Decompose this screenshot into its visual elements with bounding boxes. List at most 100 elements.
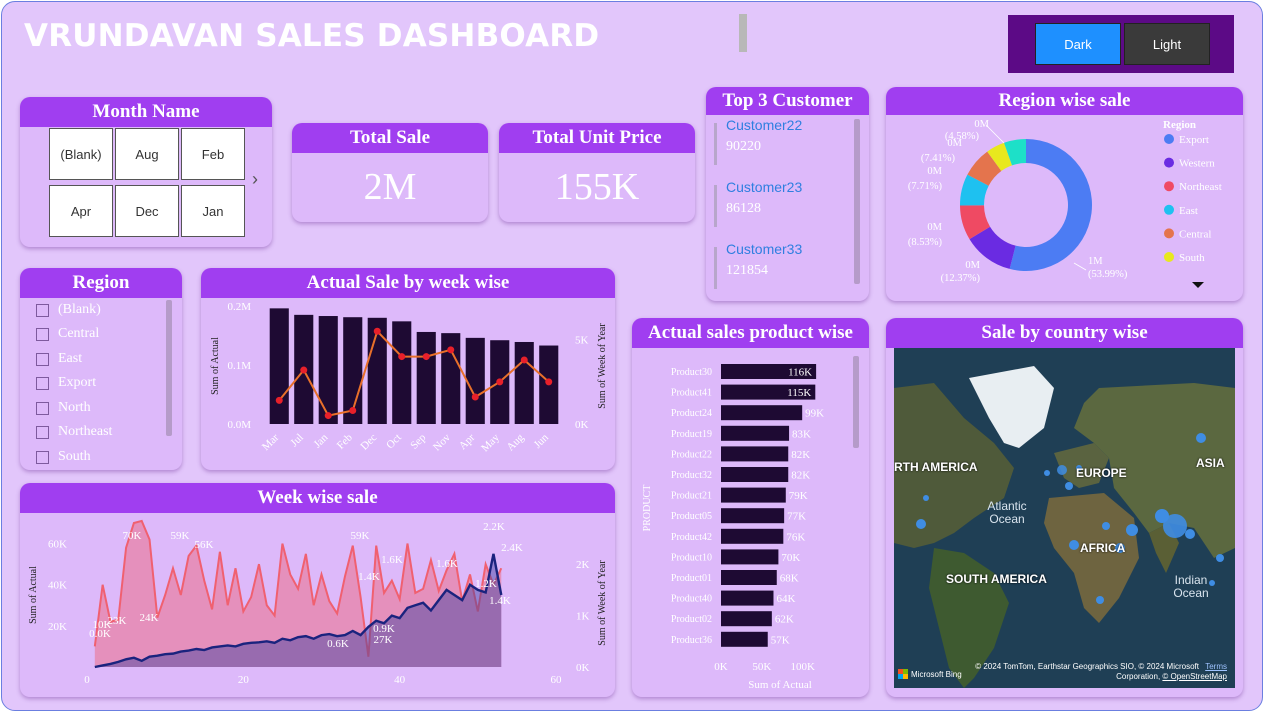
checkbox[interactable] bbox=[36, 352, 49, 366]
x-tick-label: 60 bbox=[551, 674, 563, 686]
region-option[interactable]: North bbox=[36, 398, 91, 418]
legend-label: Export bbox=[1179, 134, 1209, 146]
y-tick-label: Product24 bbox=[671, 408, 712, 419]
data-label: 1.2K bbox=[475, 578, 497, 590]
checkbox[interactable] bbox=[36, 376, 49, 390]
region-option[interactable]: Export bbox=[36, 373, 96, 393]
data-label: 0.0K bbox=[89, 628, 111, 640]
y2-tick-label: 1K bbox=[576, 611, 590, 623]
map-bubble bbox=[1163, 514, 1187, 538]
month-option[interactable]: Aug bbox=[115, 128, 179, 180]
legend-marker bbox=[1164, 134, 1174, 144]
data-label: 57K bbox=[771, 634, 790, 646]
total-sale-value: 2M bbox=[363, 166, 417, 208]
x-tick-label: Jun bbox=[532, 431, 552, 451]
y2-tick-label: 5K bbox=[575, 335, 589, 347]
checkbox[interactable] bbox=[36, 327, 49, 341]
y-tick-label: Product10 bbox=[671, 552, 712, 563]
month-option[interactable]: (Blank) bbox=[49, 128, 113, 180]
x-tick-label: Dec bbox=[358, 432, 379, 453]
checkbox[interactable] bbox=[36, 401, 49, 415]
y-tick-label: Product05 bbox=[671, 511, 712, 522]
legend-label: Western bbox=[1179, 158, 1215, 170]
region-option[interactable]: East bbox=[36, 349, 82, 369]
data-label: 115K bbox=[787, 387, 811, 399]
bar bbox=[514, 341, 534, 424]
checkbox[interactable] bbox=[36, 450, 49, 464]
region-option[interactable]: South bbox=[36, 447, 91, 467]
region-option[interactable]: (Blank) bbox=[36, 300, 101, 320]
bar bbox=[721, 590, 774, 606]
legend-title: Region bbox=[1163, 119, 1196, 131]
customer-name[interactable]: Customer33 bbox=[726, 241, 802, 257]
data-label: 27K bbox=[374, 634, 393, 646]
map-bubble bbox=[1126, 524, 1138, 536]
y-tick-label: Product22 bbox=[671, 449, 712, 460]
x-tick-label: Sep bbox=[408, 431, 429, 452]
month-option[interactable]: Feb bbox=[181, 128, 245, 180]
line-marker bbox=[422, 353, 430, 361]
line-marker bbox=[520, 356, 528, 364]
country-map-title: Sale by country wise bbox=[886, 318, 1243, 348]
data-label: 59K bbox=[351, 530, 370, 542]
y2-tick-label: 2K bbox=[576, 559, 590, 571]
line-marker bbox=[447, 346, 455, 354]
total-sale-card: Total Sale 2M bbox=[292, 123, 488, 222]
legend-marker bbox=[1164, 252, 1174, 262]
data-label: 64K bbox=[776, 593, 795, 605]
customer-name[interactable]: Customer23 bbox=[726, 179, 802, 195]
data-label: 70K bbox=[123, 530, 142, 542]
scrollbar[interactable] bbox=[166, 300, 172, 436]
month-option[interactable]: Jan bbox=[181, 185, 245, 237]
y-tick-label: Product40 bbox=[671, 594, 712, 605]
month-option[interactable]: Dec bbox=[115, 185, 179, 237]
x-tick-label: 20 bbox=[238, 674, 250, 686]
region-slicer: Region (Blank) Central East Export North… bbox=[20, 268, 182, 470]
map-viewport[interactable]: RTH AMERICA EUROPE ASIA AFRICA SOUTH AME… bbox=[894, 348, 1235, 688]
light-theme-button[interactable]: Light bbox=[1124, 23, 1210, 65]
checkbox[interactable] bbox=[36, 425, 49, 439]
chevron-right-icon[interactable]: › bbox=[252, 169, 258, 190]
map-attribution: © 2024 TomTom, Earthstar Geographics SIO… bbox=[937, 662, 1227, 682]
checkbox[interactable] bbox=[36, 303, 49, 317]
product-bar-chart: Product30 116K Product41 115K Product24 99K Pr… bbox=[642, 364, 824, 691]
line-marker bbox=[373, 327, 381, 335]
y-axis-label: Sum of Actual bbox=[28, 566, 39, 624]
month-slicer-title: Month Name bbox=[20, 97, 272, 127]
week-bar-line-card: Actual Sale by week wise 0.2M 0.1M 0.0M 5K 0… bbox=[201, 268, 615, 470]
x-tick-label: Oct bbox=[384, 432, 404, 452]
bar bbox=[721, 631, 768, 647]
total-unit-price-card: Total Unit Price 155K bbox=[499, 123, 695, 222]
scrollbar[interactable] bbox=[854, 119, 860, 284]
bar bbox=[721, 467, 789, 482]
scrollbar[interactable] bbox=[853, 356, 859, 448]
data-label: 82K bbox=[791, 449, 810, 461]
x-tick-label: Apr bbox=[457, 431, 478, 452]
bar bbox=[721, 549, 779, 565]
map-bubble bbox=[1185, 529, 1195, 539]
legend-marker bbox=[1164, 157, 1174, 168]
osm-link[interactable]: © OpenStreetMap bbox=[1162, 672, 1227, 681]
y-tick-label: Product41 bbox=[671, 388, 712, 399]
week-area-card: Week wise sale 60K 40K 20K 2K 1K 0K 0 20 40 60 Sum… bbox=[20, 483, 615, 697]
data-label: 99K bbox=[805, 408, 824, 420]
continent-label: ASIA bbox=[1196, 456, 1225, 470]
continent-label: SOUTH AMERICA bbox=[946, 572, 1047, 586]
drag-handle[interactable] bbox=[739, 14, 747, 52]
data-label: 83K bbox=[792, 428, 811, 440]
dark-theme-button[interactable]: Dark bbox=[1035, 23, 1121, 65]
terms-link[interactable]: Terms bbox=[1205, 662, 1227, 671]
customer-name[interactable]: Customer22 bbox=[726, 117, 802, 133]
y-axis-label: PRODUCT bbox=[642, 485, 653, 532]
month-option[interactable]: Apr bbox=[49, 185, 113, 237]
row-marker bbox=[714, 185, 717, 227]
y-tick-label: 0.0M bbox=[227, 419, 251, 431]
data-label: 82K bbox=[791, 470, 810, 482]
data-label: 1.6K bbox=[436, 558, 458, 570]
y-tick-label: Product21 bbox=[671, 491, 712, 502]
region-donut-title: Region wise sale bbox=[886, 87, 1243, 115]
region-option[interactable]: Central bbox=[36, 324, 99, 344]
continent-label: EUROPE bbox=[1076, 466, 1127, 480]
y-tick-label: Product30 bbox=[671, 367, 712, 378]
region-option[interactable]: Northeast bbox=[36, 422, 112, 442]
